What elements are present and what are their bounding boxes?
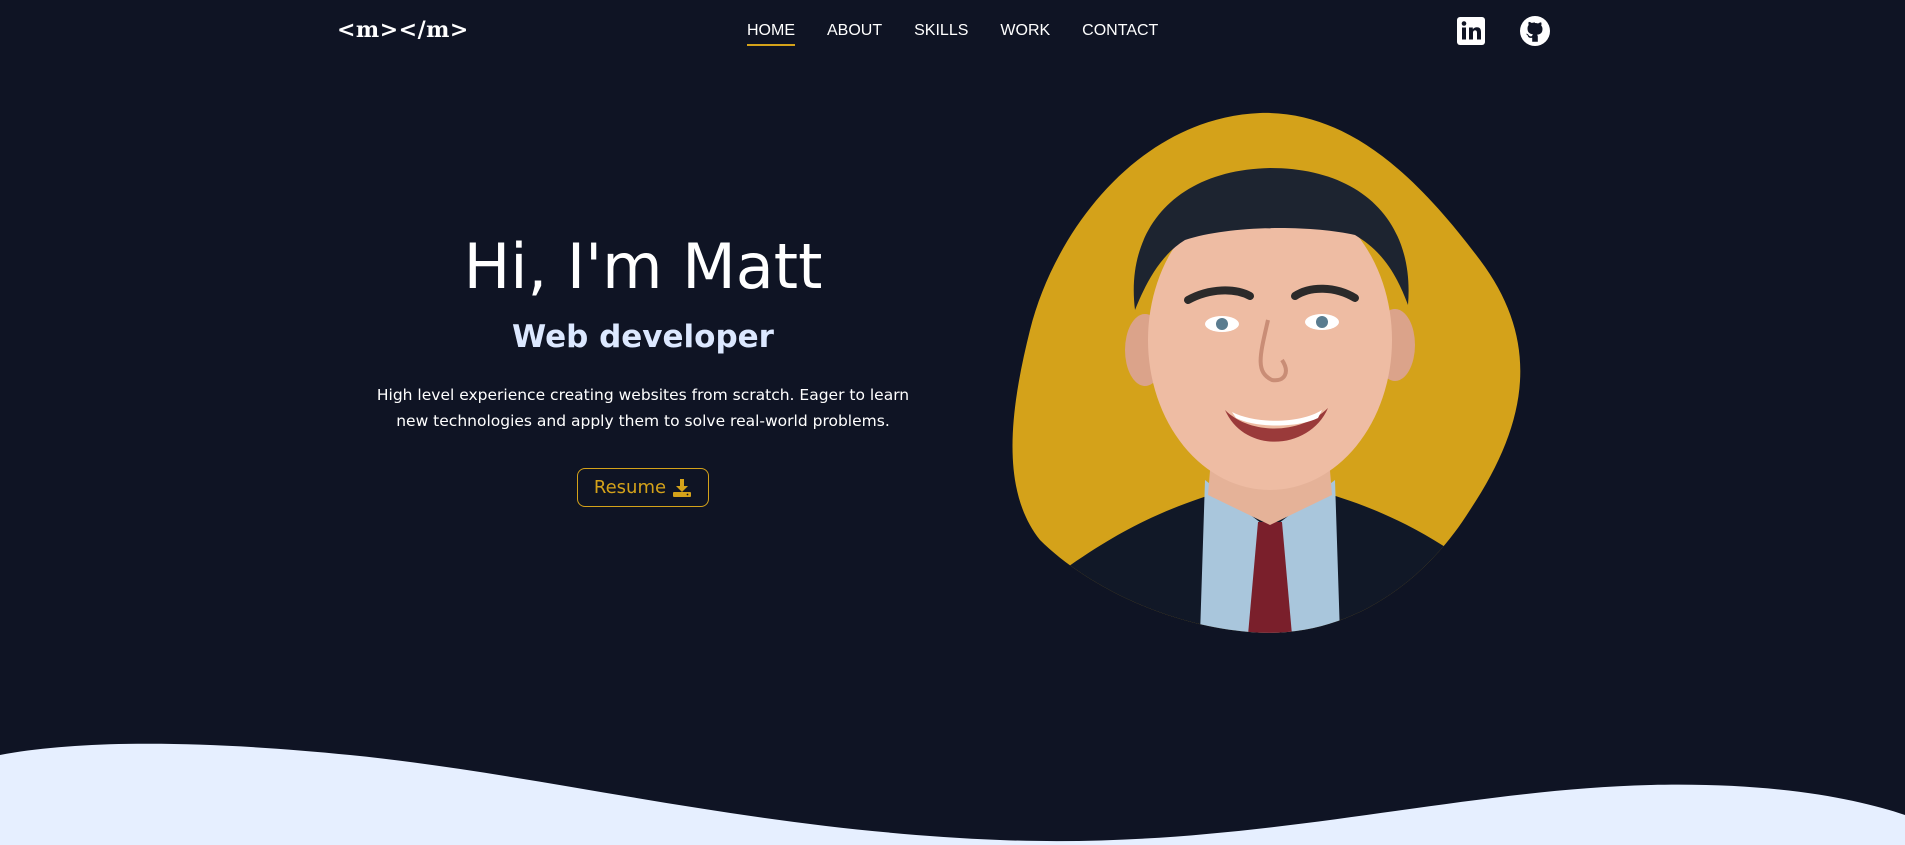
nav-item-contact[interactable]: CONTACT xyxy=(1082,22,1158,44)
github-icon[interactable] xyxy=(1519,15,1551,47)
resume-button[interactable]: Resume xyxy=(576,468,710,507)
bottom-wave xyxy=(0,743,1905,845)
hero-subtitle: Web developer xyxy=(512,319,774,355)
main-nav: HOME ABOUT SKILLS WORK CONTACT xyxy=(747,22,1190,46)
hero-description: High level experience creating websites … xyxy=(376,386,910,430)
page: <m></m> HOME ABOUT SKILLS WORK CONTACT H… xyxy=(0,0,1905,845)
nav-item-skills[interactable]: SKILLS xyxy=(914,22,968,44)
profile-portrait xyxy=(1012,112,1521,633)
social-links xyxy=(1455,15,1551,47)
nav-item-about[interactable]: ABOUT xyxy=(827,22,882,44)
nav-item-home[interactable]: HOME xyxy=(747,22,795,46)
site-logo[interactable]: <m></m> xyxy=(337,17,469,43)
hero-title: Hi, I'm Matt xyxy=(463,230,823,303)
resume-button-label: Resume xyxy=(593,477,667,498)
site-header: <m></m> HOME ABOUT SKILLS WORK CONTACT xyxy=(0,0,1905,64)
download-icon xyxy=(673,478,692,497)
nav-item-work[interactable]: WORK xyxy=(1000,22,1050,44)
linkedin-icon[interactable] xyxy=(1455,15,1487,47)
hero-section: Hi, I'm Matt Web developer High level ex… xyxy=(360,226,926,507)
